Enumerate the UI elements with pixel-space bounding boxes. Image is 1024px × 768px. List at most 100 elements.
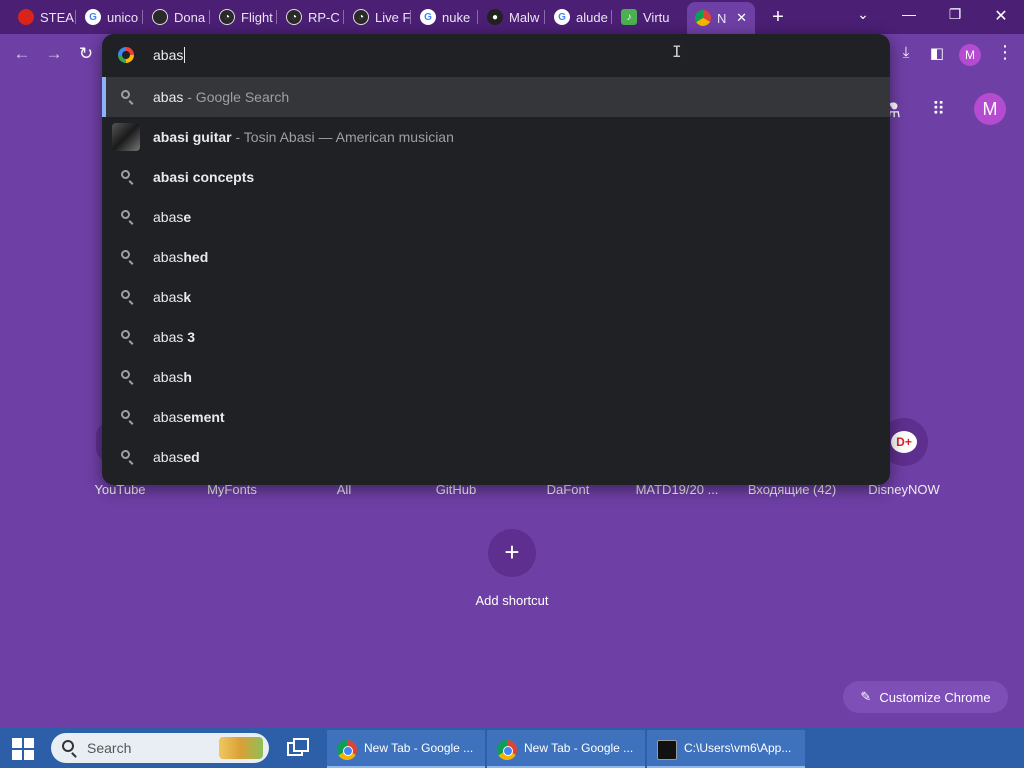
add-shortcut-label[interactable]: Add shortcut <box>452 593 572 608</box>
text-caret <box>184 47 186 63</box>
tab-label: alude <box>576 9 608 25</box>
windows-start-icon[interactable] <box>12 738 34 760</box>
suggestion-text: abas 3 <box>153 329 195 345</box>
tab-close-icon[interactable]: ✕ <box>736 10 747 26</box>
terminal-icon <box>657 740 677 760</box>
tab-google-nuke[interactable]: G nuke <box>412 4 478 30</box>
tab-label: unico <box>107 9 139 25</box>
suggestion-completion: ed <box>183 449 200 465</box>
suggestion-typed: abas <box>153 289 184 305</box>
tab-steam[interactable]: STEA <box>10 4 76 30</box>
tab-google-1[interactable]: G unico <box>77 4 143 30</box>
suggestion-completion: h <box>183 369 192 385</box>
steam-red-icon <box>18 9 34 25</box>
tab-live[interactable]: ◔ Live F <box>345 4 411 30</box>
tab-label: Live F <box>375 9 411 25</box>
suggestion-text: abase <box>153 209 191 225</box>
maximize-button[interactable]: ❐ <box>945 6 965 23</box>
suggestion-text: abasement <box>153 409 225 425</box>
minimize-button[interactable]: — <box>899 6 919 22</box>
google-g-icon <box>118 47 134 63</box>
suggestion-text: abas - Google Search <box>153 89 289 105</box>
suggestion-typed: abas <box>153 329 188 345</box>
suggestion-row[interactable]: abask <box>102 277 890 317</box>
tab-label: Flight <box>241 9 273 25</box>
google-g-icon: G <box>85 9 101 25</box>
disney-logo-icon: D+ <box>891 431 917 453</box>
search-icon <box>121 290 130 299</box>
google-g-icon: G <box>554 9 570 25</box>
suggestion-typed: abas <box>153 249 184 265</box>
suggestion-row[interactable]: abash <box>102 357 890 397</box>
reload-button[interactable]: ↻ <box>76 44 96 64</box>
suggestion-row[interactable]: abase <box>102 197 890 237</box>
tab-dona[interactable]: Dona <box>144 4 210 30</box>
back-button[interactable]: ← <box>12 44 32 64</box>
add-shortcut-button[interactable]: + <box>488 529 536 577</box>
suggestion-completion: ement <box>183 409 225 425</box>
suggestion-text: abased <box>153 449 200 465</box>
close-window-button[interactable]: ✕ <box>991 6 1011 26</box>
chrome-icon <box>337 740 357 760</box>
google-g-icon: G <box>420 9 436 25</box>
tab-github-malw[interactable]: ● Malw <box>479 4 545 30</box>
taskbar-chrome-window-2[interactable]: New Tab - Google ... <box>487 730 645 768</box>
suggestion-row[interactable]: abas 3 <box>102 317 890 357</box>
search-icon <box>121 370 130 379</box>
download-icon[interactable]: ⤓ <box>896 44 916 64</box>
suggestion-row[interactable]: abasi concepts <box>102 157 890 197</box>
omnibox-dropdown: abas I abas - Google Search abasi guitar… <box>102 34 890 485</box>
suggestion-completion: hed <box>183 249 209 265</box>
tab-google-alude[interactable]: G alude <box>546 4 612 30</box>
tab-label: N <box>717 10 727 26</box>
suggestion-typed: abas <box>153 369 184 385</box>
address-bar-input[interactable]: abas I <box>102 34 890 76</box>
taskbar-chrome-window-1[interactable]: New Tab - Google ... <box>327 730 485 768</box>
customize-label: Customize Chrome <box>879 689 991 705</box>
suggestion-text: abashed <box>153 249 208 265</box>
suggestion-row[interactable]: abashed <box>102 237 890 277</box>
side-panel-icon[interactable]: ◧ <box>927 44 947 64</box>
tab-virtu[interactable]: ♪ Virtu <box>613 4 685 30</box>
taskbar-terminal-window[interactable]: C:\Users\vm6\App... <box>647 730 805 768</box>
suggestion-completion: e <box>183 209 192 225</box>
suggestion-text: abash <box>153 369 192 385</box>
customize-chrome-button[interactable]: ✎ Customize Chrome <box>843 681 1008 713</box>
suggestion-row[interactable]: abas - Google Search <box>102 77 890 117</box>
taskbar-window-label: New Tab - Google ... <box>364 741 474 755</box>
tab-new-tab-active[interactable]: N ✕ <box>687 2 755 34</box>
taskbar-search-placeholder: Search <box>87 740 132 756</box>
task-view-icon[interactable] <box>287 738 311 758</box>
ibeam-cursor-icon: I <box>672 42 682 61</box>
suggestion-typed: abas <box>153 449 184 465</box>
profile-avatar-button[interactable]: M <box>959 44 981 66</box>
search-icon <box>121 330 130 339</box>
tab-rpc[interactable]: ◔ RP-C <box>278 4 344 30</box>
tab-search-icon[interactable]: ⌄ <box>853 6 873 23</box>
ntp-profile-avatar[interactable]: M <box>974 93 1006 125</box>
suggestion-row[interactable]: abasement <box>102 397 890 437</box>
search-icon <box>121 250 130 259</box>
suggestion-completion: i guitar <box>184 129 232 145</box>
suggestion-typed: abas <box>153 209 184 225</box>
suggestion-row[interactable]: abasi guitar - Tosin Abasi — American mu… <box>102 117 890 157</box>
apps-grid-icon[interactable]: ⠿ <box>932 99 945 120</box>
generic-circle-icon <box>152 9 168 25</box>
tab-label: STEA <box>40 9 74 25</box>
search-highlight-icon <box>219 737 263 759</box>
tab-flight[interactable]: ◔ Flight <box>211 4 277 30</box>
chrome-menu-button[interactable]: ⋮ <box>996 42 1014 63</box>
windows-taskbar: Search New Tab - Google ... New Tab - Go… <box>0 728 1024 768</box>
forward-button[interactable]: → <box>44 44 64 64</box>
taskbar-search-box[interactable]: Search <box>51 733 269 763</box>
suggestion-completion: k <box>183 289 192 305</box>
music-note-icon: ♪ <box>621 9 637 25</box>
omnibox-text[interactable]: abas <box>153 47 186 63</box>
chrome-icon <box>695 10 711 26</box>
radar-icon: ◔ <box>219 9 235 25</box>
suggestion-row[interactable]: abased <box>102 437 890 477</box>
suggestion-text: abask <box>153 289 191 305</box>
new-tab-button[interactable]: + <box>768 6 788 28</box>
tosin-abasi-thumbnail <box>112 123 140 151</box>
tab-label: RP-C <box>308 9 340 25</box>
